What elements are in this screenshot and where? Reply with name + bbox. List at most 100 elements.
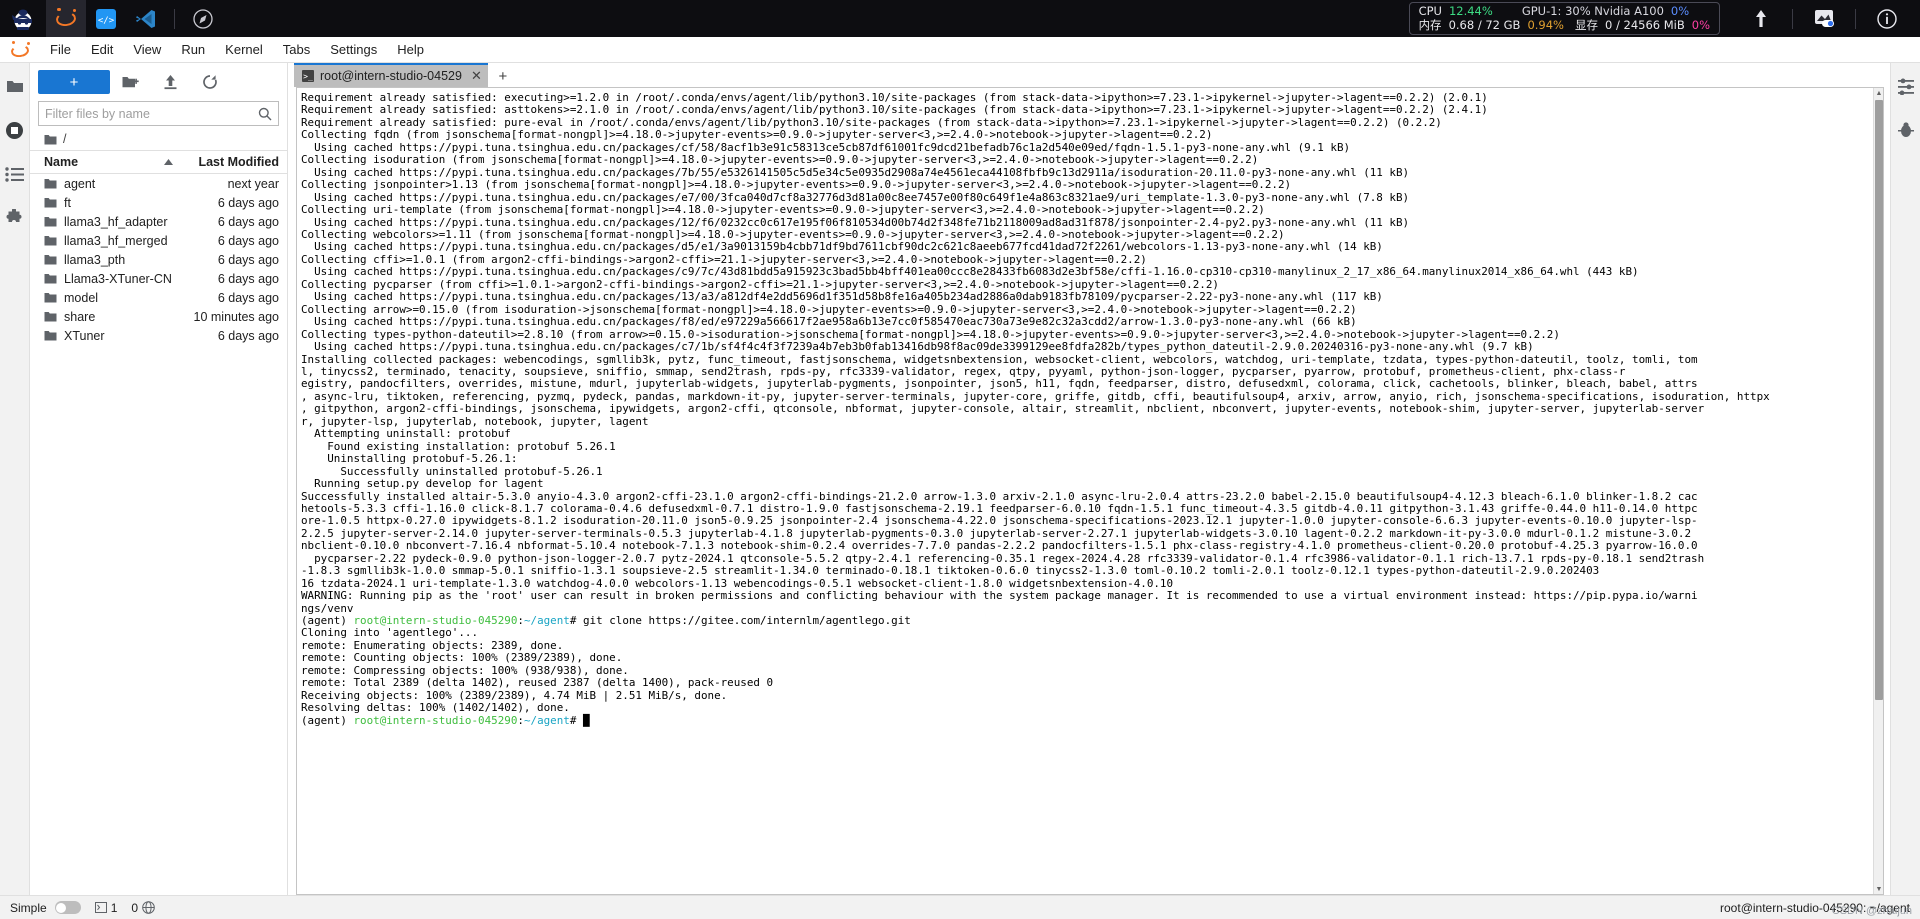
file-modified: 10 minutes ago [193, 309, 279, 324]
upload-arrow-icon[interactable] [1738, 0, 1784, 37]
sidebar-item-extensions[interactable] [4, 207, 26, 229]
simple-mode-toggle[interactable] [54, 901, 81, 914]
prompt-path: ~/agent [523, 614, 570, 628]
sidebar-item-property-inspector[interactable] [1895, 75, 1917, 97]
folder-icon [6, 81, 23, 92]
new-launcher-button[interactable]: + [38, 70, 110, 94]
cpu-label: CPU [1418, 4, 1442, 18]
file-name-cell: XTuner [44, 329, 179, 343]
close-icon[interactable]: ✕ [468, 68, 482, 84]
list-item[interactable]: Llama3-XTuner-CN 6 days ago [30, 269, 287, 288]
file-name-cell: llama3_pth [44, 253, 179, 267]
sliders-icon [1897, 78, 1914, 95]
list-item[interactable]: model 6 days ago [30, 288, 287, 307]
stats-row-top: CPU 12.44% GPU-1: 30% Nvidia A100 0% [1419, 5, 1710, 18]
file-browser-panel: + Filter files by name / Name Last Modif… [30, 63, 288, 895]
list-item[interactable]: llama3_hf_merged 6 days ago [30, 231, 287, 250]
memory-percent: 0.94% [1527, 18, 1564, 32]
cpu-value: 12.44% [1448, 4, 1493, 18]
theme-toggle-icon[interactable] [1801, 0, 1847, 37]
terminals-count: 1 [110, 900, 118, 915]
file-modified: 6 days ago [217, 290, 279, 305]
scrollbar-up-arrow[interactable]: ▲ [1874, 88, 1884, 98]
left-sidebar-rail [0, 63, 30, 895]
sidebar-item-commands[interactable] [4, 163, 26, 185]
breadcrumb[interactable]: / [30, 126, 287, 150]
new-folder-icon[interactable] [110, 69, 150, 95]
kernels-count: 0 [131, 900, 139, 915]
list-item[interactable]: llama3_pth 6 days ago [30, 250, 287, 269]
menu-bar: File Edit View Run Kernel Tabs Settings … [0, 37, 1920, 63]
terminals-count-group[interactable]: 1 [94, 900, 118, 915]
scrollbar-down-arrow[interactable]: ▼ [1874, 884, 1884, 894]
list-item[interactable]: share 10 minutes ago [30, 307, 287, 326]
file-name-cell: share [44, 310, 179, 324]
column-header-name[interactable]: Name [44, 155, 179, 169]
menu-kernel[interactable]: Kernel [215, 39, 273, 60]
toolbar-divider [174, 8, 175, 29]
menu-edit[interactable]: Edit [81, 39, 123, 60]
memory-label: 内存 [1418, 18, 1442, 32]
terminal-scrollbar[interactable]: ▲ ▼ [1873, 88, 1883, 894]
menu-run[interactable]: Run [171, 39, 215, 60]
folder-icon [44, 198, 57, 208]
file-name-cell: model [44, 291, 179, 305]
list-item[interactable]: llama3_hf_adapter 6 days ago [30, 212, 287, 231]
watermark: CSDN @zhaijun [1831, 905, 1912, 917]
list-icon [5, 166, 24, 182]
terminal-icon: >_ [302, 70, 314, 82]
terminal-prompt-line-2: (agent) root@intern-studio-045290:~/agen… [301, 713, 1871, 727]
file-name: agent [64, 176, 96, 191]
status-mode-group: Simple [10, 901, 81, 915]
folder-icon [44, 134, 57, 144]
upload-icon[interactable] [150, 69, 190, 95]
refresh-icon[interactable] [190, 69, 230, 95]
jupyter-app-icon[interactable] [46, 0, 86, 37]
right-sidebar-rail [1890, 63, 1920, 895]
add-tab-button[interactable]: + [490, 65, 516, 87]
toolbar-divider-2 [1792, 8, 1793, 29]
svg-text:</>: </> [98, 16, 115, 26]
terminal-icon [94, 902, 107, 913]
ninja-app-icon[interactable] [0, 0, 46, 37]
menu-settings[interactable]: Settings [320, 39, 387, 60]
prompt-command: # git clone https://gitee.com/internlm/a… [569, 614, 911, 628]
terminal-scroll-region[interactable]: Requirement already satisfied: executing… [297, 88, 1873, 894]
tab-bar: >_ root@intern-studio-04529 ✕ + [288, 63, 1890, 87]
file-filter-box[interactable] [38, 101, 279, 126]
terminal-window[interactable]: Requirement already satisfied: executing… [296, 87, 1884, 895]
terminal-cursor: █ [582, 713, 590, 727]
file-modified: 6 days ago [217, 271, 279, 286]
sidebar-item-running[interactable] [4, 119, 26, 141]
list-item[interactable]: agent next year [30, 174, 287, 193]
sidebar-item-file-browser[interactable] [4, 75, 26, 97]
code-app-icon[interactable]: </> [86, 0, 126, 37]
file-modified: 6 days ago [217, 328, 279, 343]
info-icon[interactable] [1864, 0, 1910, 37]
file-name: ft [64, 195, 71, 210]
list-item[interactable]: XTuner 6 days ago [30, 326, 287, 345]
tab-terminal[interactable]: >_ root@intern-studio-04529 ✕ [294, 63, 488, 87]
menu-file[interactable]: File [40, 39, 81, 60]
scrollbar-thumb[interactable] [1875, 100, 1883, 700]
search-input[interactable] [45, 106, 258, 121]
menu-view[interactable]: View [123, 39, 171, 60]
column-header-name-label: Name [44, 155, 79, 169]
puzzle-icon [6, 208, 22, 222]
compass-app-icon[interactable] [183, 0, 223, 37]
sidebar-item-debugger[interactable] [1895, 119, 1917, 141]
vscode-app-icon[interactable] [126, 0, 166, 37]
terminal-area: >_ root@intern-studio-04529 ✕ + Requirem… [288, 63, 1890, 895]
menu-help[interactable]: Help [387, 39, 434, 60]
vram-label: 显存 [1575, 18, 1598, 32]
list-item[interactable]: ft 6 days ago [30, 193, 287, 212]
file-name-cell: agent [44, 177, 179, 191]
file-list: agent next year ft 6 days ago llama3_hf_… [30, 174, 287, 895]
column-header-modified[interactable]: Last Modified [179, 155, 279, 169]
search-icon [258, 107, 272, 120]
breadcrumb-path: / [63, 132, 67, 146]
resource-stats-box: CPU 12.44% GPU-1: 30% Nvidia A100 0% 内存 … [1408, 2, 1720, 35]
toolbar-divider-3 [1855, 8, 1856, 29]
kernels-count-group[interactable]: 0 [131, 901, 155, 915]
menu-tabs[interactable]: Tabs [273, 39, 320, 60]
